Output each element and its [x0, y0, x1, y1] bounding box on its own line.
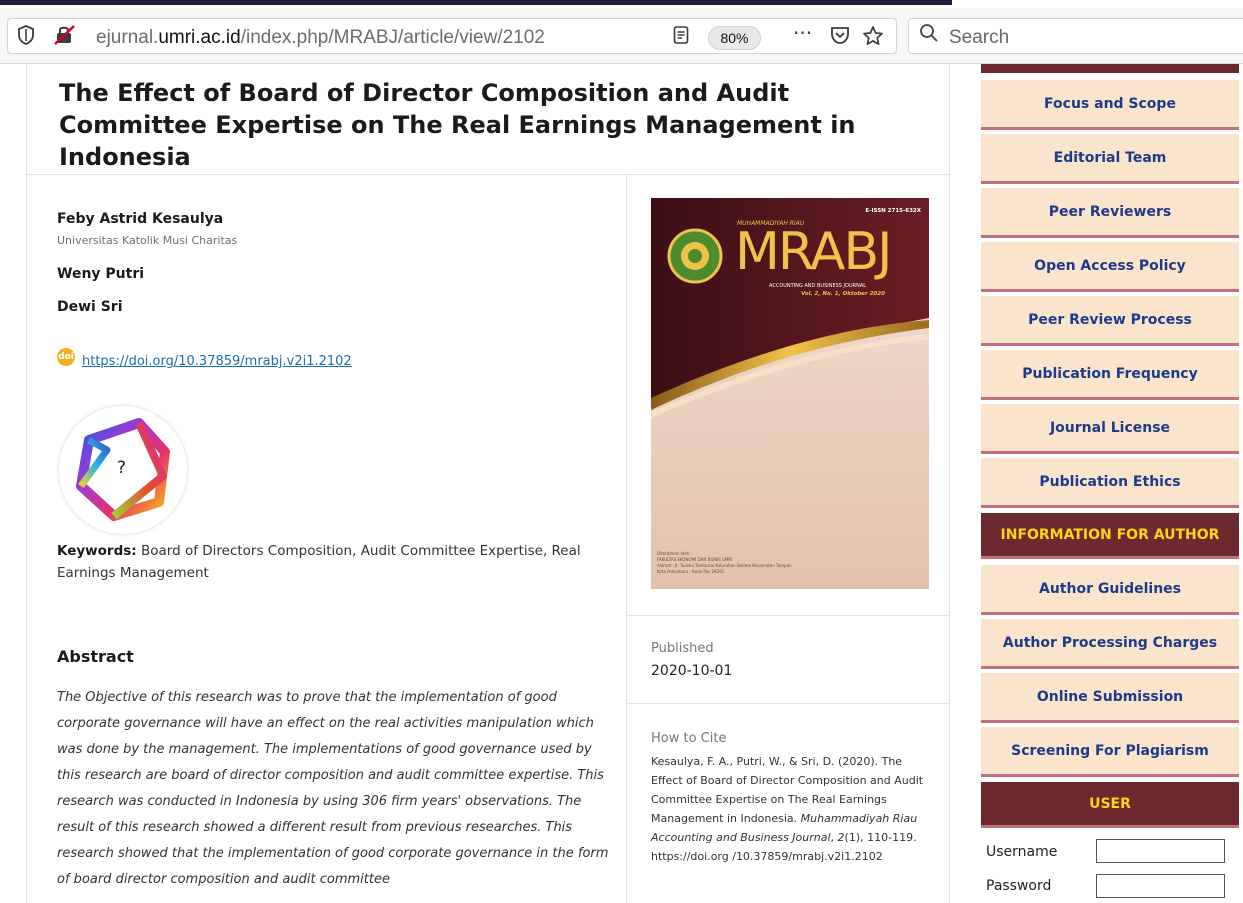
sidebar-header-remnant [981, 64, 1239, 73]
author-name: Feby Astrid Kesaulya [57, 211, 224, 227]
nav-author-processing-charges[interactable]: Author Processing Charges [981, 619, 1239, 669]
keywords-label: Keywords: [57, 543, 137, 559]
insecure-lock-icon[interactable] [54, 25, 76, 51]
divider [627, 703, 950, 704]
user-heading: USER [981, 782, 1239, 828]
window-top-strip [0, 0, 1243, 8]
altmetric-badge[interactable]: ? [59, 406, 187, 534]
article-title: The Effect of Board of Director Composit… [59, 79, 856, 171]
page-viewport: The Effect of Board of Director Composit… [0, 64, 1243, 903]
author-name: Dewi Sri [57, 299, 123, 315]
zoom-level-button[interactable]: 80% [708, 26, 761, 50]
author-affiliation: Universitas Katolik Musi Charitas [57, 234, 238, 247]
page-actions-menu-icon[interactable]: ··· [793, 22, 812, 44]
published-date: 2020-10-01 [651, 663, 733, 679]
url-prefix: ejurnal. [96, 27, 159, 48]
nav-peer-reviewers[interactable]: Peer Reviewers [981, 188, 1239, 238]
nav-author-guidelines[interactable]: Author Guidelines [981, 565, 1239, 615]
cover-footer: Kota Pekanbaru - Kode Pos 28291 [657, 569, 725, 574]
username-input[interactable] [1096, 839, 1225, 863]
url-domain: umri.ac.id [158, 27, 241, 48]
shield-icon[interactable] [18, 25, 34, 51]
citation-separator: , [830, 831, 838, 844]
article-main: Feby Astrid Kesaulya Universitas Katolik… [27, 175, 627, 903]
search-bar[interactable]: Search [908, 18, 1243, 54]
nav-editorial-team[interactable]: Editorial Team [981, 134, 1239, 184]
search-icon [919, 23, 939, 48]
abstract-heading: Abstract [57, 647, 134, 666]
nav-focus-and-scope[interactable]: Focus and Scope [981, 80, 1239, 130]
article-side: E-ISSN 2715-632X MUHAMMADIYAH RIAU MRABJ… [627, 175, 950, 903]
how-to-cite-label: How to Cite [651, 731, 727, 746]
nav-journal-license[interactable]: Journal License [981, 404, 1239, 454]
article-container: The Effect of Board of Director Composit… [26, 64, 951, 903]
bookmark-star-icon[interactable] [862, 25, 884, 53]
nav-screening-for-plagiarism[interactable]: Screening For Plagiarism [981, 727, 1239, 777]
journal-cover-image[interactable]: E-ISSN 2715-632X MUHAMMADIYAH RIAU MRABJ… [651, 198, 929, 589]
nav-peer-review-process[interactable]: Peer Review Process [981, 296, 1239, 346]
cover-journal-title: MRABJ [735, 222, 892, 282]
cover-journal-subtitle: ACCOUNTING AND BUSINESS JOURNAL [769, 283, 867, 289]
nav-publication-frequency[interactable]: Publication Frequency [981, 350, 1239, 400]
username-label: Username [986, 844, 1058, 860]
author-name: Weny Putri [57, 266, 145, 282]
pocket-icon[interactable] [830, 25, 850, 51]
search-placeholder: Search [949, 27, 1010, 48]
address-bar[interactable]: ejurnal.umri.ac.id/index.php/MRABJ/artic… [7, 18, 897, 54]
keywords: Keywords: Board of Directors Composition… [57, 540, 617, 584]
citation-volume: 2 [837, 831, 845, 844]
url-text[interactable]: ejurnal.umri.ac.id/index.php/MRABJ/artic… [96, 27, 545, 49]
cover-issn: E-ISSN 2715-632X [865, 208, 921, 214]
cover-footer: Alamat : Jl. Tuanku Tambusai Kelurahan D… [657, 563, 792, 568]
nav-publication-ethics[interactable]: Publication Ethics [981, 458, 1239, 508]
abstract-text: The Objective of this research was to pr… [57, 690, 609, 887]
divider [627, 615, 950, 616]
journal-sidebar: Focus and Scope Editorial Team Peer Revi… [981, 64, 1239, 903]
cover-footer: FAKULTAS EKONOMI DAN BISNIS UMRI [657, 557, 733, 562]
published-label: Published [651, 641, 714, 656]
doi-icon: doi [57, 348, 75, 366]
altmetric-score: ? [117, 458, 127, 478]
active-tab-indicator [0, 0, 952, 5]
password-label: Password [986, 878, 1052, 894]
information-for-author-heading: INFORMATION FOR AUTHOR [981, 513, 1239, 559]
citation-text: Kesaulya, F. A., Putri, W., & Sri, D. (2… [651, 752, 931, 866]
title-area: The Effect of Board of Director Composit… [27, 64, 951, 175]
nav-online-submission[interactable]: Online Submission [981, 673, 1239, 723]
cover-issue: Vol. 2, No. 1, Oktober 2020 [801, 291, 885, 297]
reader-view-icon[interactable] [673, 25, 689, 51]
nav-open-access-policy[interactable]: Open Access Policy [981, 242, 1239, 292]
browser-toolbar: ejurnal.umri.ac.id/index.php/MRABJ/artic… [0, 8, 1243, 64]
cover-footer: Diterbitkan oleh : [657, 551, 692, 556]
doi-link[interactable]: https://doi.org/10.37859/mrabj.v2i1.2102 [82, 354, 352, 369]
url-path: /index.php/MRABJ/article/view/2102 [240, 27, 545, 48]
password-input[interactable] [1096, 874, 1225, 898]
